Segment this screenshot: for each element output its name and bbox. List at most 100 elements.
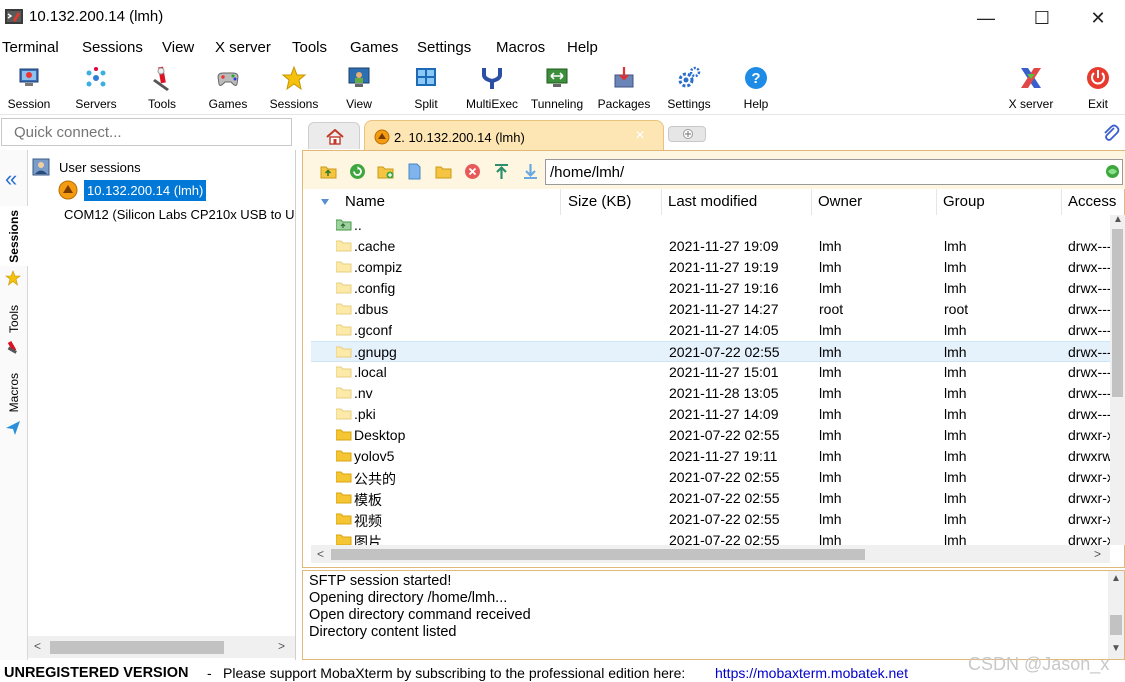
mobaxterm-link[interactable]: https://mobaxterm.mobatek.net: [715, 665, 908, 681]
menu-tools[interactable]: Tools: [292, 39, 327, 56]
menu-macros[interactable]: Macros: [496, 39, 545, 56]
minimize-button[interactable]: —: [958, 0, 1014, 36]
attach-icon[interactable]: [1100, 123, 1120, 143]
folder-icon[interactable]: [435, 163, 452, 180]
scroll-thumb[interactable]: [1112, 229, 1123, 397]
title-bar: 10.132.200.14 (lmh) — ☐ ✕: [0, 0, 1125, 36]
tree-item-serial-session[interactable]: COM12 (Silicon Labs CP210x USB to UART B…: [58, 203, 294, 225]
multiexec-icon: [482, 68, 502, 89]
file-row[interactable]: .compiz 2021-11-27 19:19 lmh lmh drwx------: [311, 257, 1117, 278]
toolbar-settings-button[interactable]: Settings: [663, 61, 715, 115]
scroll-thumb[interactable]: [1110, 615, 1122, 635]
close-window-button[interactable]: ✕: [1070, 0, 1125, 36]
scroll-thumb[interactable]: [50, 641, 224, 654]
file-owner: lmh: [819, 385, 842, 401]
scroll-thumb[interactable]: [331, 549, 865, 560]
toolbar-session-button[interactable]: Session: [4, 61, 54, 115]
toolbar-split-button[interactable]: Split: [407, 61, 445, 115]
toolbar-tunneling-button[interactable]: Tunneling: [527, 61, 587, 115]
collapse-sidebar-icon[interactable]: «: [5, 168, 17, 190]
file-modified: 2021-11-27 14:27: [669, 301, 779, 317]
path-input[interactable]: [545, 159, 1123, 185]
refresh-icon[interactable]: [349, 163, 366, 180]
tab-tools[interactable]: Tools: [0, 300, 28, 338]
column-header-owner[interactable]: Owner: [812, 189, 937, 215]
log-line: Opening directory /home/lmh...: [309, 590, 508, 606]
toolbar-exit-button[interactable]: Exit: [1080, 61, 1116, 115]
file-row[interactable]: 视频 2021-07-22 02:55 lmh lmh drwxr-xr-x: [311, 509, 1117, 530]
file-row[interactable]: 公共的 2021-07-22 02:55 lmh lmh drwxr-xr-x: [311, 467, 1117, 488]
menu-terminal[interactable]: Terminal: [2, 39, 59, 56]
folder-icon: [336, 282, 352, 294]
menu-settings[interactable]: Settings: [417, 39, 471, 56]
home-tab[interactable]: [308, 122, 360, 149]
toolbar-sessions-button[interactable]: Sessions: [266, 61, 322, 115]
column-header-size[interactable]: Size (KB): [562, 189, 662, 215]
scroll-up-icon[interactable]: ▲: [1111, 573, 1121, 584]
file-row[interactable]: Desktop 2021-07-22 02:55 lmh lmh drwxr-xr-x: [311, 425, 1117, 446]
toolbar-help-button[interactable]: ? Help: [737, 61, 775, 115]
file-group: lmh: [944, 469, 967, 485]
column-header-group[interactable]: Group: [937, 189, 1062, 215]
maximize-button[interactable]: ☐: [1014, 0, 1070, 36]
file-modified: 2021-11-27 15:01: [669, 364, 779, 380]
menu-view[interactable]: View: [162, 39, 194, 56]
scroll-right-icon[interactable]: >: [278, 639, 285, 653]
parent-folder-icon[interactable]: [320, 163, 337, 180]
new-file-icon[interactable]: [406, 163, 423, 180]
toolbar-packages-button[interactable]: Packages: [595, 61, 653, 115]
file-row[interactable]: 图片 2021-07-22 02:55 lmh lmh drwxr-xr-x: [311, 530, 1117, 545]
file-row[interactable]: yolov5 2021-11-27 19:11 lmh lmh drwxrwxr-x: [311, 446, 1117, 467]
file-row[interactable]: .nv 2021-11-28 13:05 lmh lmh drwx------: [311, 383, 1117, 404]
new-folder-icon[interactable]: [377, 163, 394, 180]
delete-icon[interactable]: [464, 163, 481, 180]
download-icon[interactable]: [522, 163, 539, 180]
file-row[interactable]: .gnupg 2021-07-22 02:55 lmh lmh drwx------: [311, 341, 1117, 362]
scroll-down-icon[interactable]: ▼: [1111, 643, 1121, 654]
scroll-right-icon[interactable]: >: [1094, 547, 1101, 561]
menu-x-server[interactable]: X server: [215, 39, 271, 56]
column-header-access[interactable]: Access: [1062, 189, 1117, 215]
follow-terminal-icon[interactable]: [1105, 164, 1120, 179]
new-tab-button[interactable]: [668, 126, 706, 142]
menu-help[interactable]: Help: [567, 39, 598, 56]
tab-close-icon[interactable]: ✕: [635, 128, 645, 142]
file-row-parent[interactable]: ..: [311, 215, 1117, 236]
file-list-vscroll[interactable]: ▲: [1110, 214, 1125, 545]
column-header-name[interactable]: Name: [339, 189, 561, 215]
toolbar-x-server-button[interactable]: X server: [1002, 61, 1060, 115]
tab-active-session[interactable]: 2. 10.132.200.14 (lmh) ✕: [364, 120, 664, 150]
star-icon: [281, 65, 307, 91]
power-icon: [1087, 67, 1109, 89]
file-row[interactable]: 模板 2021-07-22 02:55 lmh lmh drwxr-xr-x: [311, 488, 1117, 509]
quick-connect-input[interactable]: [1, 118, 292, 146]
sessions-hscroll[interactable]: < >: [28, 636, 295, 658]
file-row[interactable]: .dbus 2021-11-27 14:27 root root drwx------: [311, 299, 1117, 320]
minimize-icon: —: [977, 7, 995, 28]
tree-item-ssh-session[interactable]: 10.132.200.14 (lmh): [58, 179, 207, 201]
tab-sessions[interactable]: Sessions: [0, 206, 28, 266]
log-vscroll[interactable]: ▲ ▼: [1108, 571, 1124, 659]
scroll-left-icon[interactable]: <: [34, 639, 41, 653]
column-header-modified[interactable]: Last modified: [662, 189, 812, 215]
tree-root-user-sessions[interactable]: User sessions: [32, 156, 141, 178]
file-row[interactable]: .pki 2021-11-27 14:09 lmh lmh drwx------: [311, 404, 1117, 425]
file-row[interactable]: .local 2021-11-27 15:01 lmh lmh drwx------: [311, 362, 1117, 383]
upload-icon[interactable]: [493, 163, 510, 180]
menu-sessions[interactable]: Sessions: [82, 39, 143, 56]
file-row[interactable]: .cache 2021-11-27 19:09 lmh lmh drwx------: [311, 236, 1117, 257]
tab-macros[interactable]: Macros: [0, 368, 28, 418]
toolbar-view-button[interactable]: View: [340, 61, 378, 115]
toolbar-multiexec-button[interactable]: MultiExec: [462, 61, 522, 115]
file-group: root: [944, 301, 969, 317]
scroll-up-icon[interactable]: ▲: [1113, 214, 1123, 225]
file-list-hscroll[interactable]: < >: [311, 545, 1110, 563]
toolbar-tools-button[interactable]: Tools: [140, 61, 184, 115]
file-owner: lmh: [819, 280, 842, 296]
toolbar-games-button[interactable]: Games: [204, 61, 252, 115]
toolbar-servers-button[interactable]: Servers: [70, 61, 122, 115]
scroll-left-icon[interactable]: <: [317, 547, 324, 561]
menu-games[interactable]: Games: [350, 39, 398, 56]
file-row[interactable]: .gconf 2021-11-27 14:05 lmh lmh drwx------: [311, 320, 1117, 341]
file-row[interactable]: .config 2021-11-27 19:16 lmh lmh drwx------: [311, 278, 1117, 299]
